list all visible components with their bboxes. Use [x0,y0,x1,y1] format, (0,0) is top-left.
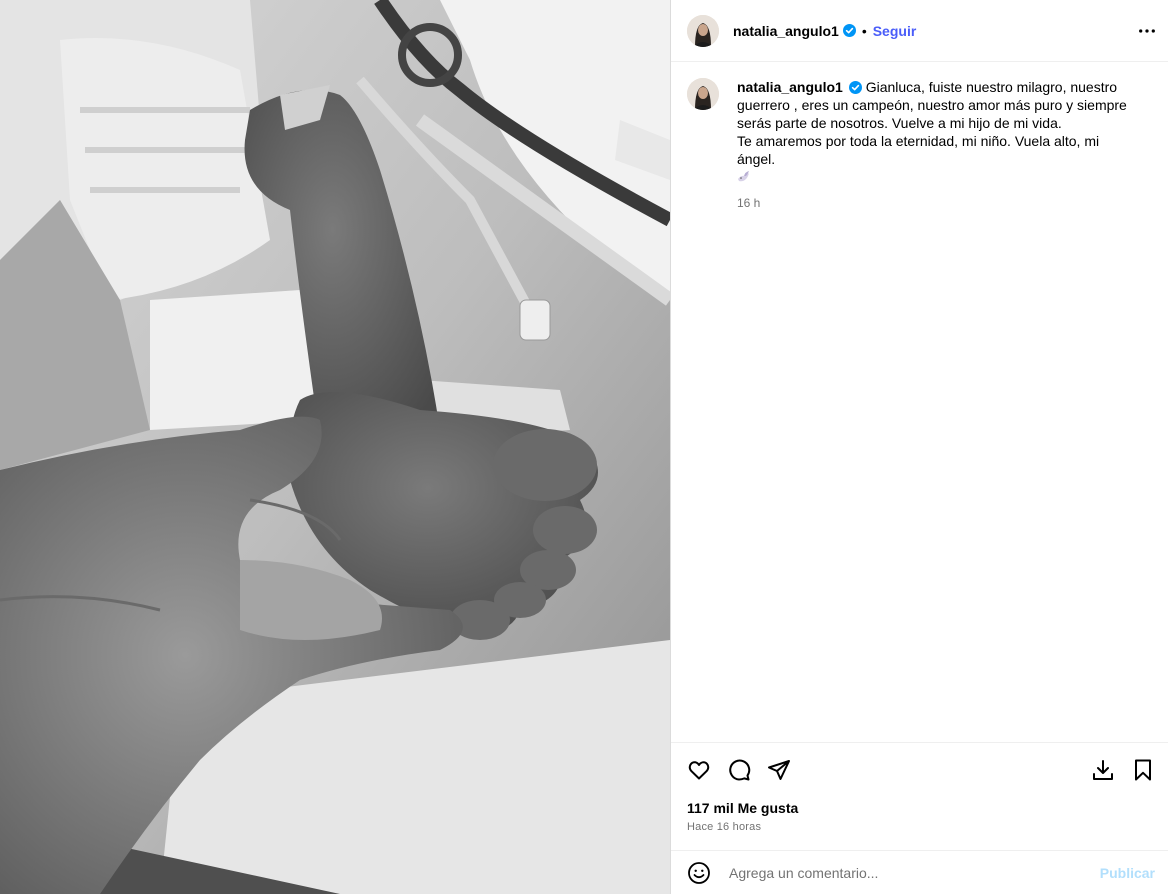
caption-body: natalia_angulo1 Gianluca, fuiste nuestro… [737,78,1137,212]
avatar-image [687,14,719,47]
caption-text-2: Te amaremos por toda la eternidad, mi ni… [737,133,1100,167]
comment-bar: Publicar [671,851,1168,894]
caption-avatar[interactable] [687,78,719,110]
separator-dot: • [861,22,867,39]
username-link[interactable]: natalia_angulo1 [733,23,839,39]
caption-timestamp[interactable]: 16 h [737,194,1137,212]
share-icon[interactable] [765,756,793,784]
bookmark-icon[interactable] [1129,756,1157,784]
post-header: natalia_angulo1 • Seguir [671,0,1168,62]
baby-foot-photo [0,0,670,894]
comments-area: natalia_angulo1 Gianluca, fuiste nuestro… [671,62,1168,742]
header-user: natalia_angulo1 • Seguir [733,23,916,39]
likes-count[interactable]: 117 mil Me gusta [687,800,798,816]
caption-username[interactable]: natalia_angulo1 [737,79,843,95]
caption: natalia_angulo1 Gianluca, fuiste nuestro… [687,78,1153,212]
follow-button[interactable]: Seguir [873,23,917,39]
dove-icon [737,170,751,184]
verified-badge-icon [842,24,856,37]
heart-icon[interactable] [685,756,713,784]
caption-verified-badge-icon [848,81,862,94]
download-icon[interactable] [1089,756,1117,784]
post-date[interactable]: Hace 16 horas [687,821,761,833]
avatar[interactable] [687,14,719,47]
more-horizontal-icon[interactable] [1137,21,1157,41]
post-photo[interactable] [0,0,670,894]
caption-avatar-image [687,78,719,110]
post-dialog: natalia_angulo1 • Seguir natalia_angulo1… [0,0,1168,894]
comment-icon[interactable] [725,756,753,784]
divider [671,742,1168,743]
publish-button[interactable]: Publicar [1100,865,1155,881]
emoji-icon[interactable] [687,861,711,885]
post-side-panel: natalia_angulo1 • Seguir natalia_angulo1… [670,0,1168,894]
comment-input[interactable] [727,863,1091,882]
action-bar [671,754,1168,786]
